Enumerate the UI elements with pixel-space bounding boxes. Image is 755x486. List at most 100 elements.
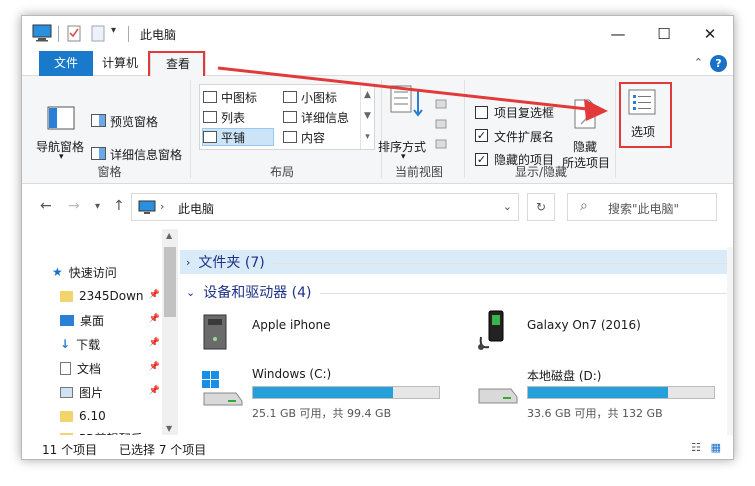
view-options-icon[interactable] <box>435 98 447 154</box>
layout-small-icons[interactable]: 小图标 <box>283 88 337 106</box>
properties-icon[interactable] <box>66 24 82 42</box>
pin-icon[interactable]: 📌 <box>149 386 160 396</box>
window-title: 此电脑 <box>140 28 177 42</box>
scroll-up-icon[interactable]: ▲ <box>166 231 172 240</box>
refresh-button[interactable]: ↻ <box>527 193 555 221</box>
hidden-items-checkbox[interactable]: ✓ <box>475 153 488 166</box>
sort-by-icon <box>390 85 423 117</box>
breadcrumb-chevron-icon[interactable]: › <box>160 200 164 213</box>
pin-icon[interactable]: 📌 <box>149 338 160 348</box>
layout-label: 平铺 <box>221 130 246 145</box>
new-folder-icon[interactable] <box>90 24 106 42</box>
layout-content[interactable]: 内容 <box>283 128 325 146</box>
details-icon <box>283 111 297 123</box>
windows-drive-icon <box>202 371 243 406</box>
recent-locations-icon[interactable]: ▾ <box>95 201 100 212</box>
download-icon: ↓ <box>60 337 71 351</box>
layout-label: 小图标 <box>301 90 338 105</box>
collapse-ribbon-icon[interactable]: ⌃ <box>694 56 703 69</box>
picture-icon <box>60 386 73 398</box>
sidebar-item-label: 2345Down <box>79 289 144 303</box>
chevron-down-icon[interactable]: ⌄ <box>186 286 195 299</box>
search-input[interactable]: ⌕ 搜索"此电脑" <box>567 193 717 221</box>
drive-usage-bar <box>527 386 715 399</box>
layout-label: 内容 <box>301 130 326 145</box>
details-pane-icon <box>91 147 106 160</box>
item-count: 11 个项目 <box>42 443 98 457</box>
sidebar-item-label: 桌面 <box>80 313 105 328</box>
sidebar-item-2345down[interactable]: 2345Down 📌 <box>60 286 160 306</box>
device-name[interactable]: 本地磁盘 (D:) <box>527 367 601 384</box>
pin-icon[interactable]: 📌 <box>149 290 160 300</box>
group-title: 文件夹 (7) <box>198 255 265 271</box>
chevron-down-icon[interactable]: ▾ <box>59 152 64 162</box>
sidebar-item-label: 快速访问 <box>68 265 117 280</box>
file-extensions-label: 文件扩展名 <box>494 130 555 144</box>
sidebar-item-quick-access[interactable]: ★ 快速访问 <box>52 262 152 282</box>
tiles-view-icon[interactable]: ▦ <box>711 441 721 454</box>
details-view-icon[interactable]: ☷ <box>691 441 701 454</box>
sidebar-item-label: 图片 <box>79 385 104 400</box>
layout-tiles[interactable]: 平铺 <box>202 128 274 146</box>
device-name[interactable]: Windows (C:) <box>252 367 331 381</box>
quick-access-dropdown-icon[interactable]: ▾ <box>111 25 116 36</box>
item-checkboxes-checkbox[interactable] <box>475 106 488 119</box>
group-folders[interactable]: › 文件夹 (7) <box>180 250 727 274</box>
preview-pane-icon <box>91 114 106 127</box>
tab-file[interactable]: 文件 <box>39 51 93 76</box>
forward-icon[interactable]: → <box>68 198 80 214</box>
maximize-button[interactable]: ☐ <box>641 16 687 51</box>
group-separator <box>190 80 191 178</box>
group-divider <box>319 292 727 294</box>
help-icon[interactable]: ? <box>710 55 727 72</box>
details-pane-button[interactable]: 详细信息窗格 <box>110 146 182 163</box>
sidebar-scrollbar[interactable]: ▲ ▼ <box>162 229 178 435</box>
sidebar-item-documents[interactable]: 文档 📌 <box>60 358 160 378</box>
device-name[interactable]: Apple iPhone <box>252 318 330 332</box>
address-dropdown-icon[interactable]: ⌄ <box>503 200 512 213</box>
pin-icon[interactable]: 📌 <box>149 314 160 324</box>
content-scrollbar[interactable] <box>727 247 733 435</box>
chevron-down-icon[interactable]: ▾ <box>401 152 406 162</box>
group-title: 设备和驱动器 (4) <box>203 285 312 301</box>
layout-medium-icons[interactable]: 中图标 <box>203 88 257 106</box>
scroll-thumb[interactable] <box>164 247 176 317</box>
chevron-right-icon[interactable]: › <box>186 256 190 269</box>
ribbon-tabs: 文件 计算机 查看 ⌃ ? <box>22 51 733 76</box>
minimize-button[interactable]: — <box>595 16 641 51</box>
scroll-down-icon[interactable]: ▼ <box>166 424 172 433</box>
small-icons-icon <box>283 91 297 103</box>
sidebar-item-pictures[interactable]: 图片 📌 <box>60 382 160 402</box>
layout-label: 详细信息 <box>301 110 350 125</box>
navigation-pane-icon <box>47 106 75 130</box>
search-placeholder: 搜索"此电脑" <box>608 202 680 216</box>
hide-selected-label-1[interactable]: 隐藏 <box>573 138 597 155</box>
computer-icon <box>32 24 52 42</box>
sidebar-item-label: 文档 <box>77 361 102 376</box>
tab-computer[interactable]: 计算机 <box>93 51 147 76</box>
list-icon <box>203 111 217 123</box>
file-extensions-checkbox[interactable]: ✓ <box>475 129 488 142</box>
device-name[interactable]: Galaxy On7 (2016) <box>527 318 641 332</box>
preview-pane-button[interactable]: 预览窗格 <box>110 113 158 130</box>
back-icon[interactable]: ← <box>40 198 52 214</box>
group-devices[interactable]: ⌄ 设备和驱动器 (4) <box>180 280 727 304</box>
sidebar-item-6-10[interactable]: 6.10 <box>60 406 160 426</box>
medium-icons-icon <box>203 91 217 103</box>
sidebar-item-desktop[interactable]: 桌面 📌 <box>60 310 160 330</box>
up-icon[interactable]: ↑ <box>113 198 125 214</box>
drive-info: 33.6 GB 可用，共 132 GB <box>527 407 663 420</box>
layout-details[interactable]: 详细信息 <box>283 108 349 126</box>
pin-icon[interactable]: 📌 <box>149 362 160 372</box>
group-label-pane: 窗格 <box>97 165 122 179</box>
layout-scroll[interactable]: ▲ ▼ ▾ <box>360 85 374 149</box>
device-icon <box>203 314 227 350</box>
close-button[interactable]: ✕ <box>687 16 733 51</box>
sidebar-item-downloads[interactable]: ↓ 下载 📌 <box>60 334 160 354</box>
layout-list[interactable]: 列表 <box>203 108 245 126</box>
search-icon: ⌕ <box>580 198 588 214</box>
title-bar: ▾ 此电脑 — ☐ ✕ <box>22 16 733 51</box>
address-bar[interactable]: › 此电脑 ⌄ <box>131 193 519 221</box>
item-checkboxes-label: 项目复选框 <box>494 106 555 120</box>
document-icon <box>60 361 71 375</box>
